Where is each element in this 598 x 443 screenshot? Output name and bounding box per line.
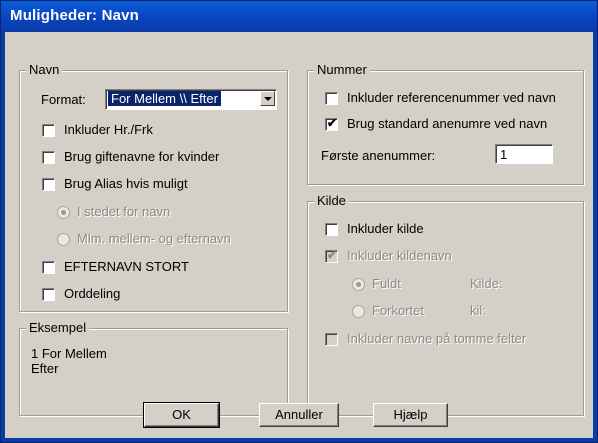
forkortet-label: Forkortet [372,303,425,318]
dialog-body: Navn Format: For Mellem \\ Efter Inklude… [5,32,593,438]
forste-anenummer-label: Første anenummer: [321,148,436,163]
dialog-window: Muligheder: Navn Navn Format: For Mellem… [0,0,598,443]
kilde-long-label: Kilde: [470,276,503,291]
chevron-down-icon [264,97,272,101]
format-selected-value: For Mellem \\ Efter [108,91,221,106]
fuldt-radio[interactable] [352,278,365,291]
check-icon: ✔ [327,248,338,262]
kilde-short-label: kil: [470,303,486,318]
kilde-legend: Kilde [314,193,349,208]
radio-dot-icon [61,210,66,215]
eksempel-legend: Eksempel [26,320,90,335]
brug-giftenavne-label: Brug giftenavne for kvinder [64,149,220,164]
tomme-felter-label: Inkluder navne på tomme felter [347,331,527,346]
navn-legend: Navn [26,62,63,77]
efternavn-stort-label: EFTERNAVN STORT [64,259,189,274]
tomme-felter-checkbox[interactable] [325,333,338,346]
forste-anenummer-input[interactable] [495,144,553,164]
check-icon: ✔ [327,116,338,130]
mlm-radio[interactable] [57,233,70,246]
inkluder-ref-checkbox[interactable] [325,92,338,105]
brug-standard-checkbox[interactable]: ✔ [325,116,338,131]
i-stedet-label: I stedet for navn [77,204,171,219]
title-bar[interactable]: Muligheder: Navn [1,1,597,32]
brug-standard-label: Brug standard anenumre ved navn [347,116,548,131]
brug-alias-label: Brug Alias hvis muligt [64,176,188,191]
mlm-label: Mlm. mellem- og efternavn [77,231,231,246]
nummer-legend: Nummer [314,62,370,77]
annuller-button[interactable]: Annuller [259,403,339,427]
inkluder-kilde-checkbox[interactable] [325,223,338,236]
inkluder-kilde-label: Inkluder kilde [347,221,424,236]
brug-alias-checkbox[interactable] [42,178,55,191]
orddeling-label: Orddeling [64,286,121,301]
brug-giftenavne-checkbox[interactable] [42,151,55,164]
forkortet-radio[interactable] [352,305,365,318]
ok-button[interactable]: OK [143,402,220,428]
format-label: Format: [41,92,86,107]
eksempel-line-1: 1 For Mellem [31,346,107,361]
inkluder-hr-checkbox[interactable] [42,124,55,137]
radio-dot-icon [356,282,361,287]
format-select[interactable]: For Mellem \\ Efter [105,89,277,110]
inkluder-kildenavn-label: Inkluder kildenavn [347,248,452,263]
inkluder-kildenavn-checkbox[interactable]: ✔ [325,248,338,263]
inkluder-ref-label: Inkluder referencenummer ved navn [347,90,556,105]
efternavn-stort-checkbox[interactable] [42,261,55,274]
hjaelp-button[interactable]: Hjælp [373,403,448,427]
format-dropdown-button[interactable] [260,91,275,106]
window-title: Muligheder: Navn [10,7,140,24]
orddeling-checkbox[interactable] [42,288,55,301]
eksempel-line-2: Efter [31,361,59,376]
fuldt-label: Fuldt [372,276,401,291]
i-stedet-radio[interactable] [57,206,70,219]
inkluder-hr-label: Inkluder Hr./Frk [64,122,153,137]
